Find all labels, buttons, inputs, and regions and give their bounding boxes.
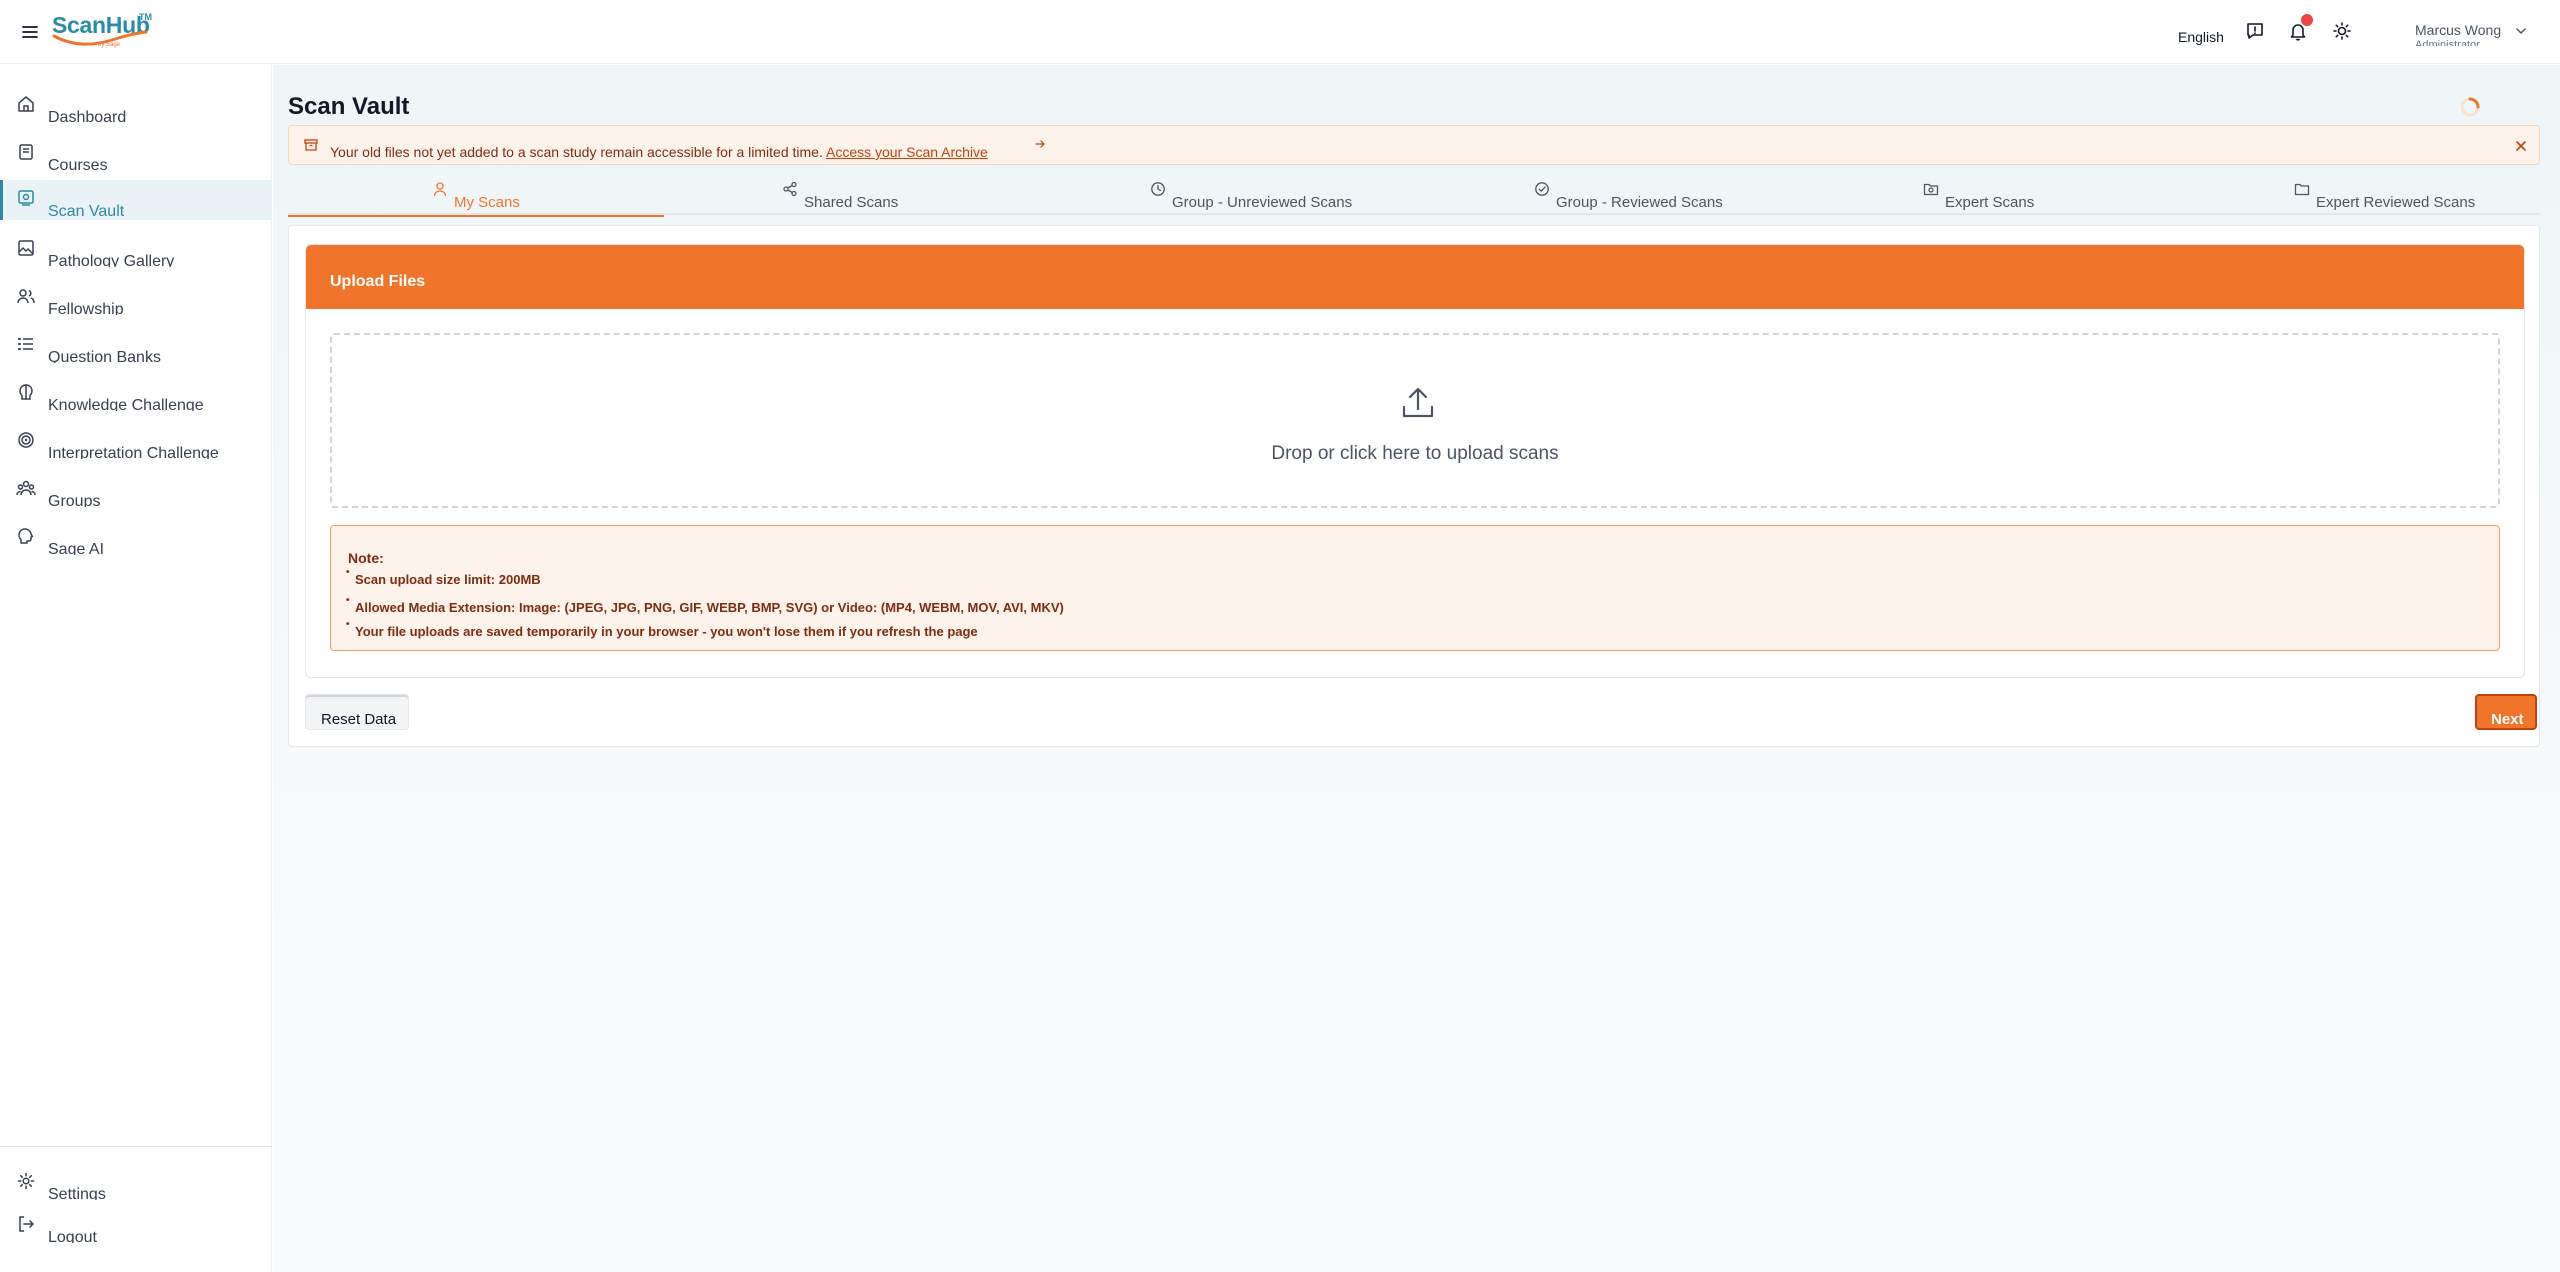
sidebar-item-label: Groups — [48, 493, 101, 507]
tab-label: Group - Reviewed Scans — [1556, 194, 1723, 211]
user-name: Marcus Wong — [2415, 22, 2502, 38]
user-role: Administrator — [2415, 39, 2480, 46]
archive-banner: Your old files not yet added to a scan s… — [288, 125, 2540, 165]
users-icon — [17, 289, 35, 304]
feedback-icon[interactable] — [2244, 20, 2266, 42]
upload-header: Upload Files — [306, 245, 2524, 309]
sidebar-item-label: Fellowship — [48, 301, 124, 315]
main-content: Scan Vault Your old files not yet added … — [273, 65, 2560, 1272]
sidebar-item-question-banks[interactable]: Question Banks — [0, 328, 272, 368]
sidebar-item-fellowship[interactable]: Fellowship — [0, 280, 272, 320]
sidebar-item-courses[interactable]: Courses — [0, 136, 272, 176]
sidebar-item-label: Question Banks — [48, 349, 161, 363]
upload-card: Upload Files Drop or click here to uploa… — [288, 225, 2540, 747]
dropzone-text: Drop or click here to upload scans — [1271, 443, 1559, 464]
logout-icon — [19, 1216, 34, 1232]
sidebar-item-interpretation-challenge[interactable]: Interpretation Challenge — [0, 424, 272, 464]
list-icon — [18, 338, 33, 350]
clock-icon — [1151, 182, 1165, 196]
tab-group-unreviewed-scans[interactable]: Group - Unreviewed Scans — [1040, 175, 1416, 215]
loading-spinner-icon — [2458, 95, 2482, 119]
sidebar-item-label: Scan Vault — [48, 203, 125, 217]
sidebar-item-label: Knowledge Challenge — [48, 397, 204, 411]
book-icon — [19, 144, 33, 160]
home-icon — [18, 96, 34, 112]
ai-icon — [18, 528, 34, 544]
sidebar-item-label: Interpretation Challenge — [48, 445, 219, 459]
tab-my-scans[interactable]: My Scans — [288, 175, 664, 217]
tab-label: Shared Scans — [804, 194, 899, 211]
check-circle-icon — [1535, 182, 1549, 196]
tab-label: Expert Reviewed Scans — [2316, 194, 2476, 211]
folder-search-icon — [1923, 183, 1939, 196]
logo-trademark: TM — [139, 12, 152, 22]
brain-icon — [19, 384, 33, 400]
sidebar-item-groups[interactable]: Groups — [0, 472, 272, 512]
note-title: Note: — [348, 550, 384, 566]
tab-group-reviewed-scans[interactable]: Group - Reviewed Scans — [1416, 175, 1792, 215]
sidebar-item-sage-ai[interactable]: Sage AI — [0, 520, 272, 560]
sidebar-item-label: Pathology Gallery — [48, 253, 175, 267]
notification-badge — [2301, 14, 2313, 26]
sidebar-item-scan-vault[interactable]: Scan Vault — [0, 180, 272, 220]
banner-text: Your old files not yet added to a scan s… — [330, 144, 988, 160]
banner-message: Your old files not yet added to a scan s… — [330, 144, 823, 160]
tab-expert-reviewed-scans[interactable]: Expert Reviewed Scans — [2164, 175, 2540, 215]
archive-link[interactable]: Access your Scan Archive — [826, 144, 988, 160]
upload-title: Upload Files — [330, 273, 426, 290]
chevron-down-icon[interactable] — [2514, 24, 2528, 38]
user-menu[interactable]: Marcus Wong Administrator — [2415, 22, 2501, 46]
note-item: Allowed Media Extension: Image: (JPEG, J… — [346, 595, 1064, 615]
sidebar-item-label: Sage AI — [48, 541, 105, 555]
upload-dropzone[interactable]: Drop or click here to upload scans — [330, 333, 2500, 508]
tab-shared-scans[interactable]: Shared Scans — [664, 175, 1040, 215]
sun-icon[interactable] — [2331, 20, 2353, 42]
reset-button-label: Reset Data — [321, 711, 397, 728]
sidebar-item-logout[interactable]: Logout — [0, 1208, 272, 1248]
next-button[interactable]: Next — [2475, 694, 2537, 730]
scan-tabs: My Scans Shared Scans Group - Unreviewed… — [288, 175, 2540, 217]
sidebar-item-pathology-gallery[interactable]: Pathology Gallery — [0, 232, 272, 272]
note-item: Your file uploads are saved temporarily … — [346, 619, 978, 639]
top-bar: ScanHub TM by Sage English Marcus Wong A… — [0, 0, 2560, 64]
sidebar: Dashboard Courses Scan Vault Pathology G… — [0, 65, 272, 1272]
tab-label: My Scans — [454, 194, 520, 211]
sidebar-item-label: Logout — [48, 1229, 97, 1243]
scan-vault-icon — [18, 190, 34, 206]
language-selector[interactable]: English — [2178, 29, 2224, 45]
gallery-icon — [18, 240, 34, 256]
archive-icon — [304, 139, 318, 151]
sidebar-item-label: Courses — [48, 157, 108, 171]
upload-note: Note: Scan upload size limit: 200MB Allo… — [330, 525, 2500, 651]
next-button-label: Next — [2491, 711, 2524, 728]
upload-icon — [1402, 387, 1434, 418]
sidebar-item-settings[interactable]: Settings — [0, 1165, 272, 1205]
sidebar-item-label: Settings — [48, 1186, 106, 1200]
arrow-right-icon[interactable] — [1034, 138, 1046, 150]
sidebar-item-dashboard[interactable]: Dashboard — [0, 88, 272, 128]
target-icon — [18, 432, 34, 448]
folder-icon — [2294, 183, 2310, 196]
tab-label: Group - Unreviewed Scans — [1172, 194, 1353, 211]
sidebar-item-knowledge-challenge[interactable]: Knowledge Challenge — [0, 376, 272, 416]
sidebar-item-label: Dashboard — [48, 109, 127, 123]
logo-subtitle: by Sage — [98, 42, 121, 48]
close-icon[interactable] — [2513, 138, 2529, 154]
logo[interactable]: ScanHub TM by Sage — [50, 12, 160, 52]
tab-expert-scans[interactable]: Expert Scans — [1792, 175, 2168, 215]
gear-icon — [17, 1172, 35, 1190]
note-item: Scan upload size limit: 200MB — [346, 567, 541, 587]
menu-icon[interactable] — [20, 22, 40, 42]
user-icon — [433, 182, 447, 197]
reset-data-button[interactable]: Reset Data — [305, 694, 409, 730]
upload-panel: Upload Files Drop or click here to uploa… — [305, 244, 2525, 678]
tab-label: Expert Scans — [1945, 194, 2035, 211]
page-title: Scan Vault — [288, 93, 410, 120]
group-icon — [16, 480, 36, 496]
share-icon — [783, 181, 797, 197]
sidebar-divider — [0, 1146, 272, 1147]
